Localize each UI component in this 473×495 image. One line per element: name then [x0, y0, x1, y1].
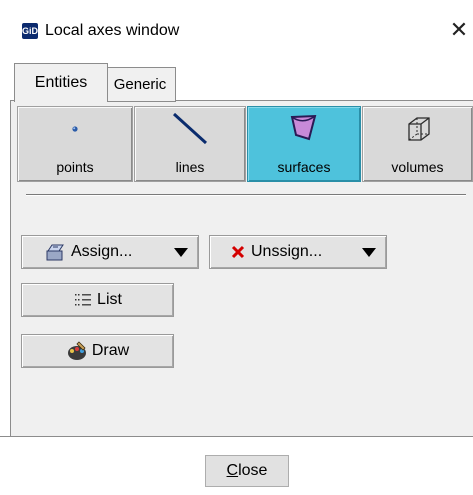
- list-icon: [73, 289, 93, 311]
- volumes-button[interactable]: volumes: [362, 106, 473, 182]
- assign-button[interactable]: Assign...: [21, 235, 199, 269]
- point-icon: [18, 113, 132, 145]
- assign-label: Assign...: [71, 243, 133, 260]
- title-bar: GiD Local axes window ✕: [0, 0, 473, 60]
- close-button[interactable]: Close: [205, 455, 289, 487]
- assign-dropdown-arrow-icon[interactable]: [174, 248, 188, 257]
- points-button[interactable]: points: [17, 106, 133, 182]
- panel-divider: [0, 436, 473, 437]
- window-close-icon[interactable]: ✕: [446, 17, 472, 43]
- surfaces-label: surfaces: [277, 159, 331, 175]
- tab-generic[interactable]: Generic: [104, 67, 176, 102]
- points-label: points: [56, 159, 94, 175]
- unassign-x-icon: [230, 241, 246, 263]
- app-logo-icon: GiD: [22, 23, 38, 39]
- lines-label: lines: [175, 159, 205, 175]
- list-label: List: [97, 291, 122, 308]
- separator: [26, 194, 466, 196]
- assign-icon: [44, 241, 66, 263]
- volume-icon: [363, 113, 472, 145]
- line-icon: [135, 109, 245, 149]
- close-mnemonic: C: [226, 462, 239, 479]
- lines-button[interactable]: lines: [134, 106, 246, 182]
- list-button[interactable]: List: [21, 283, 174, 317]
- unassign-label: Unssign...: [251, 243, 323, 260]
- volumes-label: volumes: [391, 159, 444, 175]
- surfaces-button[interactable]: surfaces: [247, 106, 361, 182]
- unassign-button[interactable]: Unssign...: [209, 235, 387, 269]
- tab-entities[interactable]: Entities: [14, 63, 108, 102]
- surface-icon: [248, 113, 360, 145]
- draw-button[interactable]: Draw: [21, 334, 174, 368]
- window-title: Local axes window: [45, 22, 180, 39]
- draw-label: Draw: [91, 342, 130, 359]
- draw-icon: [66, 340, 88, 362]
- close-label: lose: [238, 462, 268, 479]
- unassign-dropdown-arrow-icon[interactable]: [362, 248, 376, 257]
